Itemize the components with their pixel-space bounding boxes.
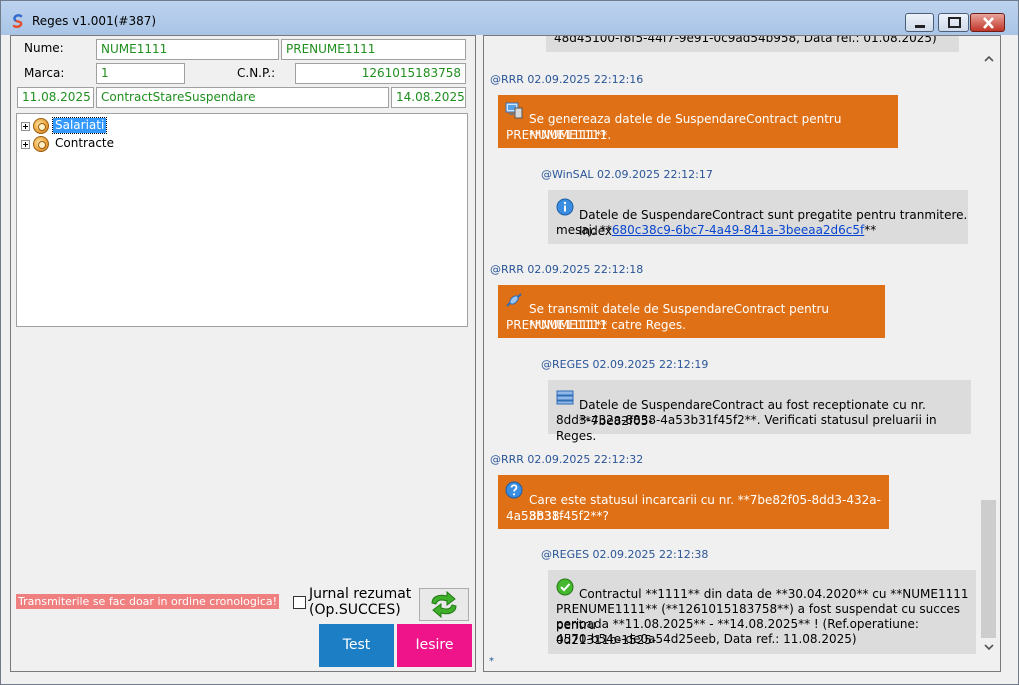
message-text: 8dd3-432a-8838-4a53b31f45f2**. Verificat… <box>556 413 937 443</box>
message-bubble: Se genereaza datele de SuspendareContrac… <box>498 95 898 148</box>
refresh-button[interactable] <box>419 588 469 621</box>
jurnal-rezumat-label[interactable]: Jurnal rezumat (Op.SUCCES) <box>309 586 411 618</box>
success-icon <box>556 578 574 596</box>
vertical-scrollbar[interactable] <box>978 36 1000 671</box>
message-bubble: Datele de SuspendareContract sunt pregat… <box>548 190 968 244</box>
chronology-warning: Transmiterile se fac doar in ordine cron… <box>16 594 280 609</box>
test-button[interactable]: Test <box>319 624 394 667</box>
employee-panel: Nume: NUME1111 PRENUME1111 Marca: 1 C.N.… <box>10 35 476 672</box>
close-icon <box>983 17 994 29</box>
message-log[interactable]: 48d45100-f8f5-44f7-9e91-0c9ad54b958, Dat… <box>483 35 1001 672</box>
title-bar[interactable]: Reges v1.001(#387) <box>1 1 1018 35</box>
jurnal-label-line2: (Op.SUCCES) <box>309 602 401 618</box>
window-title: Reges v1.001(#387) <box>32 14 157 28</box>
expand-icon[interactable] <box>21 140 30 149</box>
message-text: 48d45100-f8f5-44f7-9e91-0c9ad54b958, Dat… <box>554 35 937 45</box>
folder-node-icon <box>33 118 49 134</box>
marca-field[interactable]: 1 <box>96 63 185 84</box>
jurnal-rezumat-checkbox[interactable] <box>293 596 306 609</box>
message-stamp: @RRR 02.09.2025 22:12:32 <box>490 453 644 466</box>
message-stamp: @RRR 02.09.2025 22:12:18 <box>490 263 644 276</box>
iesire-button[interactable]: Iesire <box>397 624 472 667</box>
marca-label: Marca: <box>24 66 65 80</box>
tree-item-label: Contracte <box>55 136 115 150</box>
message-text: 4570-b54e-de0a54d25eeb, Data ref.: 11.08… <box>556 632 857 646</box>
expand-icon[interactable] <box>21 122 30 131</box>
message-text: PRENUME1111**. <box>506 128 612 142</box>
close-button[interactable] <box>970 13 1005 32</box>
tree-item-label: Salariati <box>51 117 108 134</box>
message-stamp: @REGES 02.09.2025 22:12:19 <box>541 358 709 371</box>
client-area: Nume: NUME1111 PRENUME1111 Marca: 1 C.N.… <box>7 35 1012 679</box>
message-bubble-partial: 48d45100-f8f5-44f7-9e91-0c9ad54b958, Dat… <box>546 35 959 52</box>
jurnal-label-line1: Jurnal rezumat <box>309 586 412 602</box>
question-icon <box>505 481 523 499</box>
message-stamp: @WinSAL 02.09.2025 22:12:17 <box>541 168 713 181</box>
message-bubble: Contractul **1111** din data de **30.04.… <box>548 570 976 654</box>
refresh-icon <box>431 590 457 619</box>
app-window: Reges v1.001(#387) Nume: NUME1111 PRENUM… <box>0 0 1019 685</box>
nume-field[interactable]: NUME1111 <box>96 39 279 60</box>
minimize-button[interactable] <box>905 13 934 32</box>
scroll-up-icon[interactable] <box>982 52 996 66</box>
info-icon <box>556 198 574 216</box>
log-end-mark: * <box>489 656 494 667</box>
message-text: 4a53b31f45f2**? <box>506 509 609 523</box>
scroll-down-icon[interactable] <box>982 640 996 654</box>
message-bubble: Care este statusul incarcarii cu nr. **7… <box>498 475 889 529</box>
message-text: Contractul **1111** din data de **30.04.… <box>579 587 969 601</box>
minimize-icon <box>915 25 925 28</box>
message-bubble: Datele de SuspendareContract au fost rec… <box>548 380 971 443</box>
maximize-icon <box>948 17 961 28</box>
message-text: ** <box>864 223 877 237</box>
message-index-link[interactable]: 680c38c9-6bc7-4a49-841a-3beeaa2d6c5f <box>612 223 864 237</box>
computer-icon <box>505 102 523 119</box>
prenume-field[interactable]: PRENUME1111 <box>281 39 466 60</box>
cnp-label: C.N.P.: <box>237 66 276 80</box>
app-logo-icon <box>12 14 23 28</box>
end-date-field[interactable]: 14.08.2025 <box>391 87 466 108</box>
message-text: PRENUME1111** catre Reges. <box>506 318 686 332</box>
scrollbar-thumb[interactable] <box>981 500 996 638</box>
start-date-field[interactable]: 11.08.2025 <box>17 87 94 108</box>
transmit-icon <box>506 293 522 307</box>
message-text: mesaj: ** <box>556 223 612 237</box>
navigation-tree: Salariati Contracte <box>16 113 468 327</box>
contract-state-field[interactable]: ContractStareSuspendare <box>96 87 389 108</box>
cnp-field[interactable]: 1261015183758 <box>295 63 466 84</box>
message-stamp: @REGES 02.09.2025 22:12:38 <box>541 548 709 561</box>
folder-node-icon <box>33 136 49 152</box>
message-stamp: @RRR 02.09.2025 22:12:16 <box>490 73 644 86</box>
message-bubble: Se transmit datele de SuspendareContract… <box>498 285 885 338</box>
maximize-button[interactable] <box>938 13 969 32</box>
nume-label: Nume: <box>24 41 64 55</box>
server-icon <box>556 390 574 405</box>
